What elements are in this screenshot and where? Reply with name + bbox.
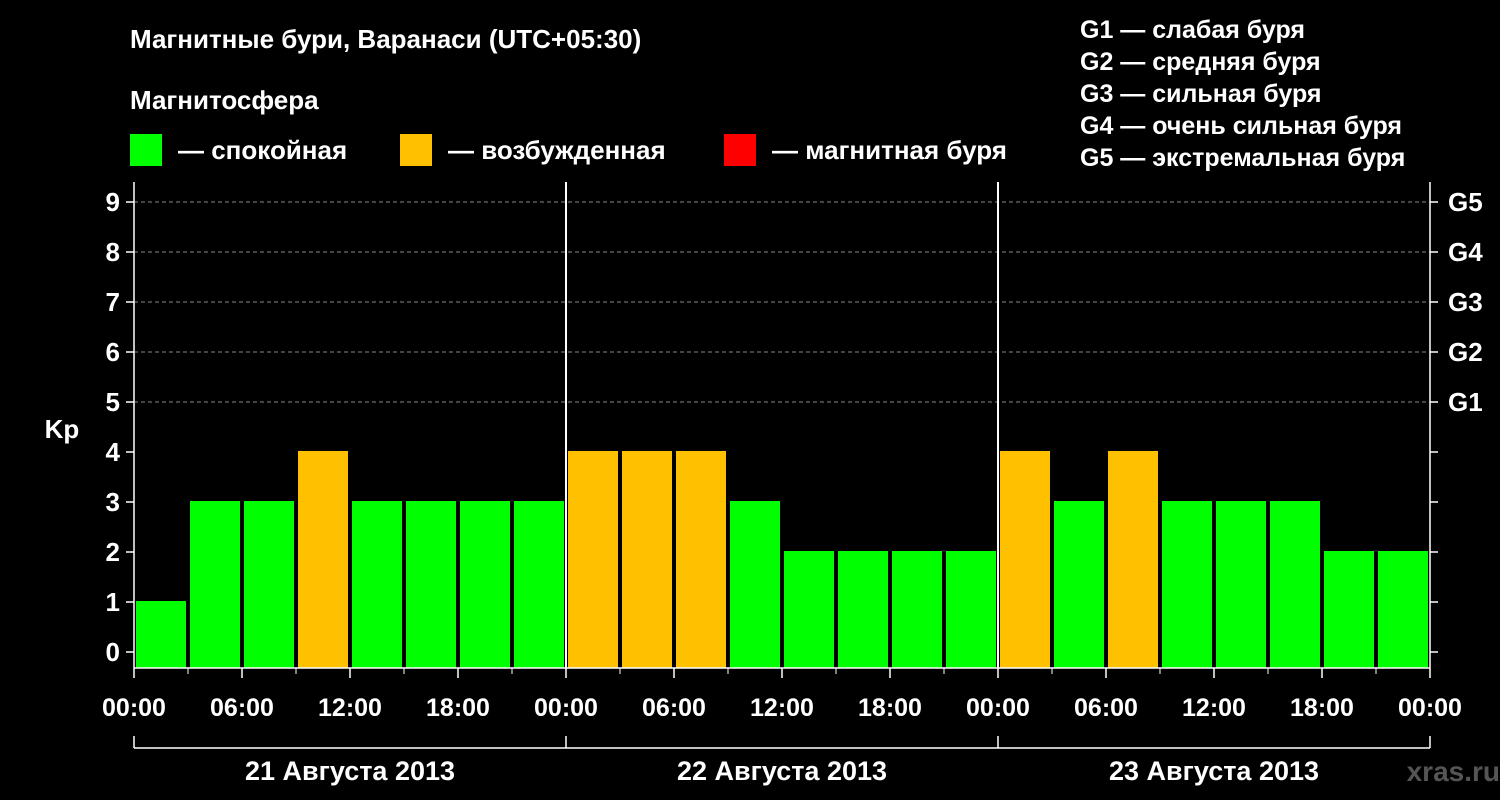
- x-tick-label: 12:00: [750, 694, 814, 722]
- x-tick-label: 18:00: [426, 694, 490, 722]
- day-label: 22 Августа 2013: [677, 756, 887, 786]
- y-tick-label: 9: [106, 187, 120, 217]
- watermark: xras.ru: [1406, 756, 1500, 787]
- x-tick-label: 00:00: [1398, 694, 1462, 722]
- kp-bar: [298, 451, 348, 668]
- kp-bar: [1108, 451, 1158, 668]
- y-tick-label: 7: [106, 287, 120, 317]
- kp-bar: [136, 601, 186, 668]
- g-level-tick-label: G1: [1448, 387, 1483, 417]
- kp-chart: 0 1 2 3 4 5 6 7 8 9 G1 G2 G3 G4 G5 Kp 00:00 06:00 12:00 18:…: [45, 182, 1483, 786]
- y-tick-label: 6: [106, 337, 120, 367]
- kp-bar: [1162, 501, 1212, 668]
- kp-bar: [352, 501, 402, 668]
- y-tick-label: 3: [106, 487, 120, 517]
- x-tick-label: 18:00: [858, 694, 922, 722]
- g-level-tick-label: G4: [1448, 237, 1483, 267]
- x-tick-label: 06:00: [1074, 694, 1138, 722]
- kp-bar: [946, 551, 996, 668]
- y-axis-label: Kp: [45, 414, 80, 444]
- kp-bar: [406, 501, 456, 668]
- x-tick-label: 00:00: [534, 694, 598, 722]
- kp-bar: [190, 501, 240, 668]
- g-level-tick-label: G3: [1448, 287, 1483, 317]
- x-tick-label: 06:00: [642, 694, 706, 722]
- x-tick-label: 00:00: [966, 694, 1030, 722]
- x-tick-label: 12:00: [318, 694, 382, 722]
- kp-bar: [1324, 551, 1374, 668]
- day-label: 21 Августа 2013: [245, 756, 455, 786]
- g-level-tick-label: G5: [1448, 187, 1483, 217]
- x-tick-label: 06:00: [210, 694, 274, 722]
- kp-bar: [838, 551, 888, 668]
- kp-bar: [568, 451, 618, 668]
- y-tick-label: 8: [106, 237, 120, 267]
- x-tick-label: 18:00: [1290, 694, 1354, 722]
- kp-bar: [1054, 501, 1104, 668]
- kp-bar: [622, 451, 672, 668]
- kp-bar: [1216, 501, 1266, 668]
- kp-bar: [244, 501, 294, 668]
- x-tick-label: 12:00: [1182, 694, 1246, 722]
- kp-bar: [784, 551, 834, 668]
- y-tick-label: 2: [106, 537, 120, 567]
- kp-bar: [1270, 501, 1320, 668]
- x-tick-label: 00:00: [102, 694, 166, 722]
- g-level-tick-label: G2: [1448, 337, 1483, 367]
- day-label: 23 Августа 2013: [1109, 756, 1319, 786]
- kp-bar: [460, 501, 510, 668]
- y-tick-label: 4: [106, 437, 121, 467]
- kp-bar: [892, 551, 942, 668]
- y-tick-label: 5: [106, 387, 120, 417]
- kp-bar: [1000, 451, 1050, 668]
- kp-bar: [730, 501, 780, 668]
- y-tick-label: 1: [106, 587, 120, 617]
- kp-bar: [676, 451, 726, 668]
- y-tick-label: 0: [106, 637, 120, 667]
- kp-bar: [514, 501, 564, 668]
- kp-bar: [1378, 551, 1428, 668]
